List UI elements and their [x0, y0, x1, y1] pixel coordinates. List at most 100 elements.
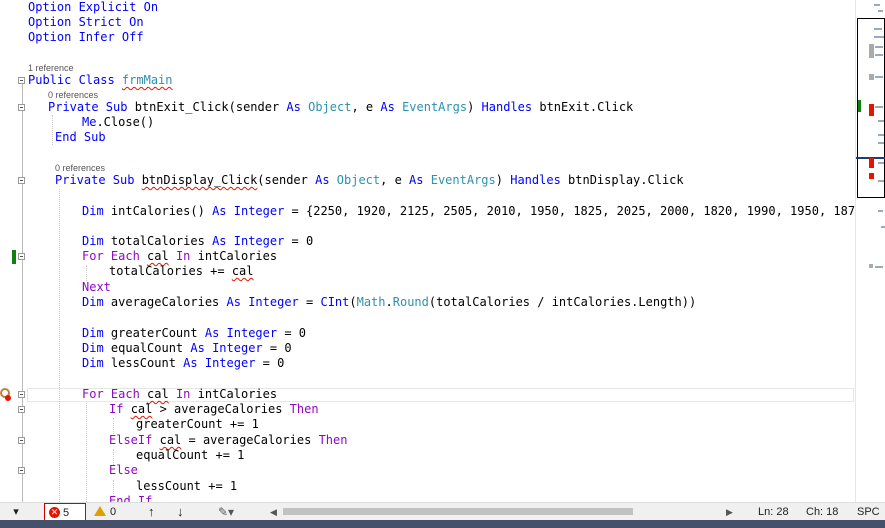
type-integer-3: Integer — [248, 295, 299, 309]
type-object-2: Object — [336, 173, 381, 187]
code-line-exit-sub: Private Sub btnExit_Click(sender As Obje… — [48, 100, 633, 115]
kw-public-class: Public Class — [28, 73, 122, 87]
indent-guide — [113, 418, 114, 434]
collapse-for-each-2-button[interactable] — [18, 391, 25, 398]
window-bottom-bar — [0, 520, 885, 528]
me-close-call: .Close() — [96, 115, 155, 129]
kw-as-10: As — [183, 356, 198, 370]
kw-dim-4: Dim — [82, 326, 104, 340]
for-each-source-2: intCalories — [190, 387, 278, 401]
kw-as-5: As — [212, 204, 227, 218]
code-line-dim-average: Dim averageCalories As Integer = CInt(Ma… — [82, 295, 696, 310]
type-integer-6: Integer — [204, 356, 256, 370]
code-line-equal-inc: equalCount += 1 — [136, 448, 245, 462]
total-add: totalCalories += — [109, 264, 232, 278]
params-open: (sender — [228, 100, 287, 114]
code-line-if: If cal > averageCalories Then — [109, 402, 319, 417]
warning-count-badge[interactable]: 0 — [94, 503, 116, 521]
collapse-if-button[interactable] — [18, 406, 25, 413]
column-number: Ch: 18 — [806, 506, 839, 518]
code-line-total-add: totalCalories += cal — [109, 264, 254, 279]
code-line-for-each: For Each cal In intCalories — [82, 249, 277, 264]
minimap-line — [881, 226, 885, 228]
type-object: Object — [308, 100, 352, 114]
zoom-dropdown-chevron-icon[interactable]: ▾ — [10, 503, 22, 521]
kw-as-7: As — [226, 295, 241, 309]
change-indicator — [12, 250, 16, 264]
var-cal-3: cal — [147, 387, 169, 401]
code-line-option-infer: Option Infer Off — [28, 30, 144, 44]
minimap-error-mark — [869, 158, 874, 168]
minimap-line — [878, 210, 883, 212]
line-number: Ln: 28 — [758, 506, 789, 518]
previous-issue-up-arrow-icon[interactable]: ↑ — [148, 503, 155, 521]
whitespace-mode[interactable]: SPC — [857, 503, 880, 521]
code-cleanup-brush-icon[interactable]: ✎▾ — [218, 503, 234, 521]
minimap-change-mark — [858, 100, 861, 112]
code-line-greater-inc: greaterCount += 1 — [136, 417, 259, 431]
type-eventargs-2: EventArgs — [430, 173, 496, 187]
kw-as-9: As — [190, 341, 205, 355]
equal-init: = 0 — [262, 341, 292, 355]
scroll-left-arrow-icon[interactable]: ◀ — [270, 503, 277, 521]
params-close: ) — [467, 100, 482, 114]
type-integer-5: Integer — [212, 341, 263, 355]
kw-for-each-2: For Each — [82, 387, 140, 401]
var-cal-2: cal — [231, 264, 254, 278]
greater-decl: greaterCount — [103, 326, 205, 340]
handles-target: btnExit.Click — [532, 100, 634, 114]
minimap-line — [878, 180, 884, 182]
avg-eq: = — [298, 295, 321, 309]
error-count-badge[interactable]: ✕ 5 — [44, 503, 86, 521]
next-issue-down-arrow-icon[interactable]: ↓ — [177, 503, 184, 521]
minimap-line — [878, 120, 884, 122]
kw-dim-2: Dim — [82, 234, 104, 248]
collapse-else-button[interactable] — [18, 467, 25, 474]
code-line-less-inc: lessCount += 1 — [136, 479, 238, 493]
kw-dim-3: Dim — [82, 295, 104, 309]
collapse-exit-sub-button[interactable] — [18, 104, 25, 111]
fn-round: Round — [392, 295, 429, 309]
horizontal-scrollbar[interactable] — [283, 506, 713, 516]
overview-minimap[interactable] — [855, 0, 885, 502]
collapse-class-button[interactable] — [18, 77, 25, 84]
indent-guide — [59, 189, 60, 502]
minimap-error-mark — [869, 173, 874, 179]
kw-for-each: For Each — [82, 249, 140, 263]
collapse-display-sub-button[interactable] — [18, 177, 25, 184]
code-editor[interactable]: Option Explicit On Option Strict On Opti… — [0, 0, 855, 502]
minimap-line — [874, 36, 884, 38]
code-line-option-explicit: Option Explicit On — [28, 0, 159, 14]
indent-guide — [52, 115, 53, 145]
scroll-right-arrow-icon[interactable]: ▶ — [726, 503, 733, 521]
minimap-line — [878, 142, 884, 144]
display-handles-target: btnDisplay.Click — [560, 173, 684, 187]
avg-dot: . — [385, 295, 393, 309]
indent-guide — [86, 403, 87, 502]
code-line-elseif: ElseIf cal = averageCalories Then — [109, 433, 347, 448]
error-count: 5 — [63, 507, 70, 519]
var-cal-5: cal — [159, 433, 182, 447]
minimap-block — [869, 44, 874, 58]
horizontal-scrollbar-thumb[interactable] — [283, 508, 633, 515]
code-line-next: Next — [82, 280, 111, 294]
kw-private-sub-2: Private Sub — [55, 173, 142, 187]
fn-cint: CInt — [320, 295, 350, 309]
kw-then: Then — [289, 402, 319, 416]
kw-as-8: As — [204, 326, 220, 340]
params-mid-2: , e — [380, 173, 410, 187]
intcalories-decl: intCalories() — [103, 204, 213, 218]
kw-as-2: As — [380, 100, 395, 114]
params-open-2: (sender — [257, 173, 316, 187]
minimap-line — [878, 10, 883, 12]
equal-decl: equalCount — [103, 341, 191, 355]
kw-dim-5: Dim — [82, 341, 104, 355]
collapse-elseif-button[interactable] — [18, 437, 25, 444]
avg-decl: averageCalories — [103, 295, 227, 309]
collapse-for-each-button[interactable] — [18, 253, 25, 260]
code-line-else: Else — [109, 463, 138, 477]
if-condition: > averageCalories — [152, 402, 290, 416]
elseif-condition: = averageCalories — [181, 433, 319, 447]
code-line-option-strict: Option Strict On — [28, 15, 144, 29]
kw-as: As — [286, 100, 301, 114]
